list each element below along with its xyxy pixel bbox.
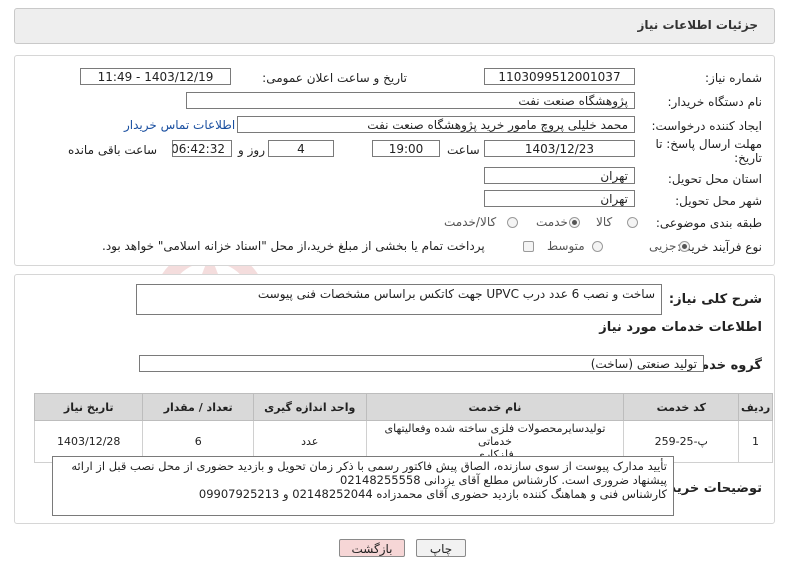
col-unit-header: واحد اندازه گیری — [252, 393, 367, 421]
col-name-header: نام خدمت — [365, 393, 625, 421]
remaining-time-field: 06:42:32 — [172, 140, 232, 157]
print-button[interactable]: چاپ — [416, 539, 466, 557]
buyer-org-field: پژوهشگاه صنعت نفت — [186, 92, 635, 109]
treasury-payment-note: پرداخت تمام یا بخشی از مبلغ خرید،از محل … — [102, 239, 485, 253]
description-label: شرح کلی نیاز: — [668, 292, 762, 307]
days-label: روز و — [238, 143, 265, 157]
treasury-payment-checkbox[interactable] — [523, 241, 534, 252]
cell-name-line1: تولیدسایرمحصولات فلزی ساخته شده وفعالیته… — [384, 422, 606, 448]
process-radio-minor[interactable] — [679, 241, 690, 252]
process-option-minor: جزیی — [649, 239, 677, 253]
cell-row: 1 — [738, 420, 773, 463]
buyer-contact-link[interactable]: اطلاعات تماس خریدار — [124, 118, 235, 132]
need-number-label: شماره نیاز: — [705, 71, 762, 85]
col-row-header: ردیف — [738, 393, 773, 421]
need-info-panel — [14, 55, 775, 266]
announce-date-label: تاریخ و ساعت اعلان عمومی: — [262, 71, 407, 85]
page-title: جزئیات اطلاعات نیاز — [637, 18, 758, 32]
buyer-notes-line3: کارشناس فنی و هماهنگ کننده بازدید حضوری … — [198, 487, 667, 501]
col-qty-header: تعداد / مقدار — [142, 393, 254, 421]
remaining-days-field: 4 — [268, 140, 334, 157]
services-section-title: اطلاعات خدمات مورد نیاز — [599, 320, 762, 335]
col-date-header: تاریخ نیاز — [33, 393, 144, 421]
process-radio-medium[interactable] — [592, 241, 603, 252]
page-header: جزئیات اطلاعات نیاز — [14, 8, 775, 44]
deadline-label-date: تاریخ: — [734, 151, 762, 165]
table-header-row: ردیف کد خدمت نام خدمت واحد اندازه گیری ت… — [33, 393, 773, 421]
remaining-label: ساعت باقی مانده — [68, 143, 158, 157]
services-table: ردیف کد خدمت نام خدمت واحد اندازه گیری ت… — [33, 393, 773, 463]
buyer-notes-field: تأیید مدارک پیوست از سوی سازنده، الصاق پ… — [52, 456, 674, 516]
province-label: استان محل تحویل: — [667, 172, 762, 186]
category-option-goods: کالا — [596, 215, 613, 229]
city-field: تهران — [484, 190, 635, 207]
deadline-time-label: ساعت — [447, 143, 480, 157]
back-button[interactable]: بازگشت — [339, 539, 405, 557]
category-radio-goods[interactable] — [627, 217, 638, 228]
col-code-header: کد خدمت — [623, 393, 740, 421]
service-group-field: تولید صنعتی (ساخت) — [139, 355, 704, 372]
announce-date-field: 1403/12/19 - 11:49 — [80, 68, 231, 85]
creator-label: ایجاد کننده درخواست: — [651, 119, 762, 133]
province-field: تهران — [484, 167, 635, 184]
deadline-time-field: 19:00 — [372, 140, 440, 157]
need-number-field: 1103099512001037 — [484, 68, 635, 85]
category-option-goods-service: کالا/خدمت — [444, 215, 497, 229]
deadline-date-field: 1403/12/23 — [484, 140, 635, 157]
buyer-org-label: نام دستگاه خریدار: — [667, 95, 763, 109]
category-radio-service[interactable] — [569, 217, 580, 228]
city-label: شهر محل تحویل: — [675, 194, 762, 208]
description-field: ساخت و نصب 6 عدد درب UPVC جهت کاتکس براس… — [136, 284, 662, 315]
buyer-notes-line2: پیشنهاد ضروری است. کارشناس مطلع آقای یزد… — [340, 473, 667, 487]
category-label: طبقه بندی موضوعی: — [655, 216, 762, 230]
buyer-notes-line1: تأیید مدارک پیوست از سوی سازنده، الصاق پ… — [71, 459, 667, 473]
process-option-medium: متوسط — [547, 239, 585, 253]
deadline-label: مهلت ارسال پاسخ: تا — [655, 137, 762, 151]
category-option-service: خدمت — [536, 215, 568, 229]
creator-field: محمد خلیلی پروچ مامور خرید پژوهشگاه صنعت… — [237, 116, 635, 133]
category-radio-goods-service[interactable] — [507, 217, 518, 228]
